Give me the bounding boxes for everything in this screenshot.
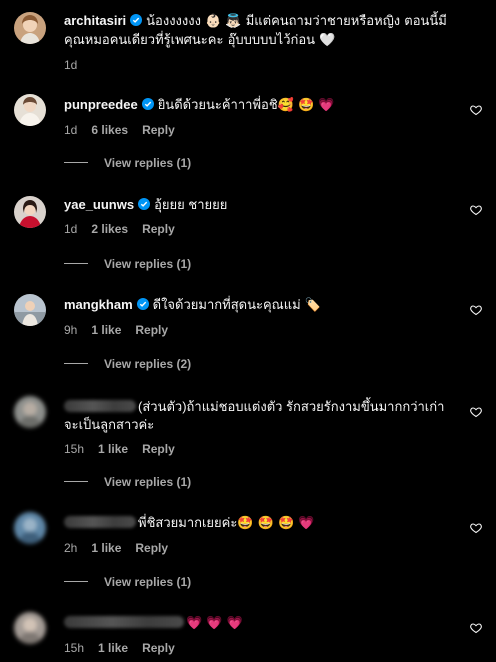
divider <box>64 481 88 482</box>
comment-text: ยินดีด้วยนะค้าาาพี่อชิ🥰 🤩 💗 <box>157 98 335 113</box>
avatar[interactable] <box>14 196 46 228</box>
verified-badge-icon <box>138 198 151 210</box>
like-heart-icon[interactable] <box>470 104 482 116</box>
username[interactable]: architasiri <box>64 13 126 28</box>
avatar[interactable] <box>14 12 46 44</box>
comment-time: 1d <box>64 58 78 72</box>
username[interactable]: mangkham <box>64 297 133 312</box>
view-replies-button[interactable]: View replies (1) <box>64 156 191 170</box>
view-replies-button[interactable]: View replies (2) <box>64 357 191 371</box>
view-replies-label: View replies (1) <box>104 257 192 271</box>
username-redacted[interactable] <box>64 400 136 412</box>
avatar[interactable] <box>14 94 46 126</box>
like-heart-icon[interactable] <box>470 204 482 216</box>
reply-button[interactable]: Reply <box>142 641 175 655</box>
like-heart-icon[interactable] <box>470 406 482 418</box>
verified-badge-icon <box>141 98 154 110</box>
comment-time: 15h <box>64 442 85 456</box>
comment-time: 2h <box>64 541 78 555</box>
avatar[interactable] <box>14 294 46 326</box>
reply-button[interactable]: Reply <box>142 123 175 137</box>
comment-text: 💗 💗 💗 <box>186 616 243 631</box>
username[interactable]: punpreedee <box>64 97 138 112</box>
like-count[interactable]: 1 like <box>91 323 121 337</box>
reply-button[interactable]: Reply <box>135 541 168 555</box>
avatar[interactable] <box>14 396 46 428</box>
comment-time: 9h <box>64 323 78 337</box>
reply-button[interactable]: Reply <box>135 323 168 337</box>
avatar[interactable] <box>14 612 46 644</box>
like-count[interactable]: 1 like <box>98 641 128 655</box>
username-redacted[interactable] <box>64 616 184 628</box>
comment-text: อุ้ยยย ชายยย <box>154 197 228 212</box>
like-count[interactable]: 2 likes <box>91 222 128 236</box>
divider <box>64 263 88 264</box>
divider <box>64 581 88 582</box>
like-count[interactable]: 1 like <box>98 442 128 456</box>
view-replies-button[interactable]: View replies (1) <box>64 575 191 589</box>
comment-text: ดีใจด้วยมากที่สุดนะคุณแม่ 🏷️ <box>152 298 321 313</box>
like-count[interactable]: 1 like <box>91 541 121 555</box>
view-replies-label: View replies (1) <box>104 475 192 489</box>
comment-time: 1d <box>64 123 78 137</box>
verified-badge-icon <box>136 298 149 310</box>
username-redacted[interactable] <box>64 516 136 528</box>
verified-badge-icon <box>130 14 143 26</box>
comment-time: 1d <box>64 222 78 236</box>
comment-text: พี่ชิสวยมากเยยค่ะ🤩 🤩 🤩 💗 <box>138 516 315 531</box>
username[interactable]: yae_uunws <box>64 197 134 212</box>
comment-time: 15h <box>64 641 85 655</box>
view-replies-label: View replies (2) <box>104 357 192 371</box>
divider <box>64 363 88 364</box>
reply-button[interactable]: Reply <box>142 442 175 456</box>
reply-button[interactable]: Reply <box>142 222 175 236</box>
avatar[interactable] <box>14 512 46 544</box>
divider <box>64 162 88 163</box>
view-replies-label: View replies (1) <box>104 575 192 589</box>
like-heart-icon[interactable] <box>470 304 482 316</box>
view-replies-button[interactable]: View replies (1) <box>64 257 191 271</box>
view-replies-label: View replies (1) <box>104 156 192 170</box>
like-count[interactable]: 6 likes <box>91 123 128 137</box>
view-replies-button[interactable]: View replies (1) <box>64 475 191 489</box>
like-heart-icon[interactable] <box>470 622 482 634</box>
comments-panel: architasiri น้องงงงงง 👶🏻 👼🏻 มีแต่คนถามว่า… <box>0 0 496 662</box>
like-heart-icon[interactable] <box>470 522 482 534</box>
